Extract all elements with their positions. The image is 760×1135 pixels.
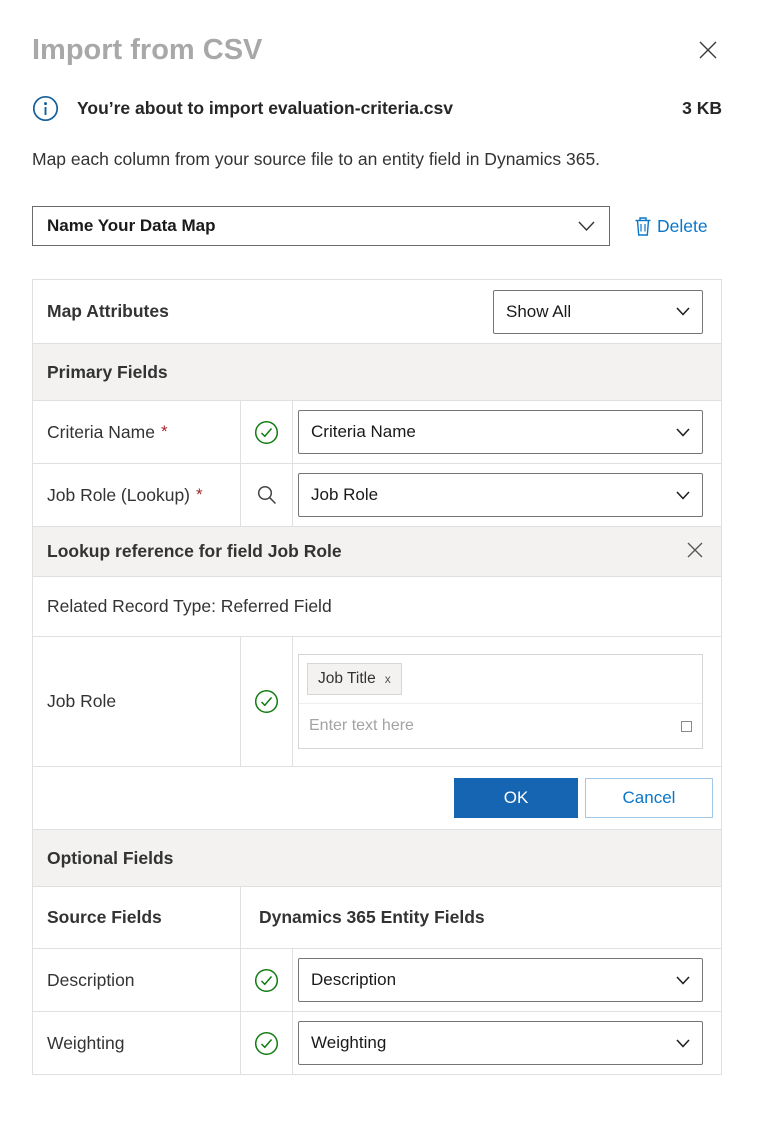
source-field-label: Criteria Name * <box>33 401 241 463</box>
primary-fields-header: Primary Fields <box>33 343 721 400</box>
status-check-icon <box>254 689 279 714</box>
lookup-panel-title: Lookup reference for field Job Role <box>47 541 342 562</box>
status-check-icon <box>254 420 279 445</box>
ok-button[interactable]: OK <box>454 778 578 818</box>
entity-field-cell: Job Role <box>293 464 721 526</box>
source-field-label: Weighting <box>33 1012 241 1074</box>
entity-fields-column-header: Dynamics 365 Entity Fields <box>241 887 721 948</box>
mapping-row-criteria-name: Criteria Name * Criteria Name <box>33 400 721 463</box>
lookup-buttons-row: OK Cancel <box>33 766 721 829</box>
file-size: 3 KB <box>682 98 722 119</box>
primary-fields-label: Primary Fields <box>47 362 168 383</box>
mapping-row-description: Description Description <box>33 948 721 1011</box>
show-all-value: Show All <box>506 302 571 322</box>
info-banner: You’re about to import evaluation-criter… <box>32 95 722 122</box>
delete-button[interactable]: Delete <box>634 216 708 237</box>
empty-checkbox-icon[interactable] <box>681 721 692 732</box>
show-all-dropdown[interactable]: Show All <box>493 290 703 334</box>
lookup-field-label: Job Role <box>33 637 241 766</box>
source-fields-column-header: Source Fields <box>33 887 241 948</box>
chevron-down-icon <box>676 491 690 500</box>
map-attributes-row: Map Attributes Show All <box>33 280 721 343</box>
source-field-label: Job Role (Lookup) * <box>33 464 241 526</box>
entity-field-cell: Description <box>293 949 721 1011</box>
chevron-down-icon <box>578 221 595 232</box>
info-icon <box>32 95 59 122</box>
status-cell <box>241 401 293 463</box>
status-check-icon <box>254 1031 279 1056</box>
mapping-row-job-role: Job Role (Lookup) * Job Role <box>33 463 721 526</box>
status-check-icon <box>254 968 279 993</box>
dialog-header: Import from CSV <box>32 34 722 67</box>
mapping-table: Map Attributes Show All Primary Fields C… <box>32 279 722 1075</box>
instructions-text: Map each column from your source file to… <box>32 149 722 170</box>
import-dialog: Import from CSV You’re about to import e… <box>0 0 760 1075</box>
lookup-close-icon[interactable] <box>683 538 707 565</box>
status-cell <box>241 464 293 526</box>
info-message: You’re about to import evaluation-criter… <box>77 98 453 119</box>
entity-field-cell: Weighting <box>293 1012 721 1074</box>
entity-field-dropdown-job-role[interactable]: Job Role <box>298 473 703 517</box>
input-placeholder: Enter text here <box>309 717 414 735</box>
lookup-ref-field-box[interactable]: Job Title x Enter text here <box>298 654 703 749</box>
optional-fields-header: Optional Fields <box>33 829 721 886</box>
data-map-name-dropdown[interactable]: Name Your Data Map <box>32 206 610 246</box>
status-cell <box>241 949 293 1011</box>
lookup-text-input[interactable]: Enter text here <box>299 704 702 748</box>
related-record-type: Related Record Type: Referred Field <box>33 576 721 636</box>
close-icon[interactable] <box>694 36 722 67</box>
column-headers-row: Source Fields Dynamics 365 Entity Fields <box>33 886 721 948</box>
chevron-down-icon <box>676 976 690 985</box>
lookup-ref-cell: Job Title x Enter text here <box>293 637 721 766</box>
status-cell <box>241 1012 293 1074</box>
data-map-row: Name Your Data Map Delete <box>32 206 722 246</box>
map-attributes-label: Map Attributes <box>47 301 169 322</box>
required-marker: * <box>161 422 168 442</box>
entity-field-dropdown-description[interactable]: Description <box>298 958 703 1002</box>
source-field-label: Description <box>33 949 241 1011</box>
chip-label: Job Title <box>318 670 376 688</box>
trash-icon <box>634 216 652 237</box>
chevron-down-icon <box>676 307 690 316</box>
chevron-down-icon <box>676 1039 690 1048</box>
optional-fields-label: Optional Fields <box>47 848 173 869</box>
status-cell <box>241 637 293 766</box>
entity-field-dropdown-weighting[interactable]: Weighting <box>298 1021 703 1065</box>
selected-chips-area: Job Title x <box>299 655 702 704</box>
mapping-row-weighting: Weighting Weighting <box>33 1011 721 1074</box>
required-marker: * <box>196 485 203 505</box>
entity-field-dropdown-criteria-name[interactable]: Criteria Name <box>298 410 703 454</box>
selected-field-chip[interactable]: Job Title x <box>307 663 402 695</box>
lookup-mapping-row: Job Role Job Title x Enter text her <box>33 636 721 766</box>
entity-field-cell: Criteria Name <box>293 401 721 463</box>
delete-label: Delete <box>657 216 708 237</box>
cancel-button[interactable]: Cancel <box>585 778 713 818</box>
chip-remove-icon[interactable]: x <box>385 672 391 686</box>
lookup-panel-header: Lookup reference for field Job Role <box>33 526 721 576</box>
data-map-name-value: Name Your Data Map <box>47 216 215 236</box>
chevron-down-icon <box>676 428 690 437</box>
page-title: Import from CSV <box>32 34 262 67</box>
search-icon[interactable] <box>256 484 278 506</box>
